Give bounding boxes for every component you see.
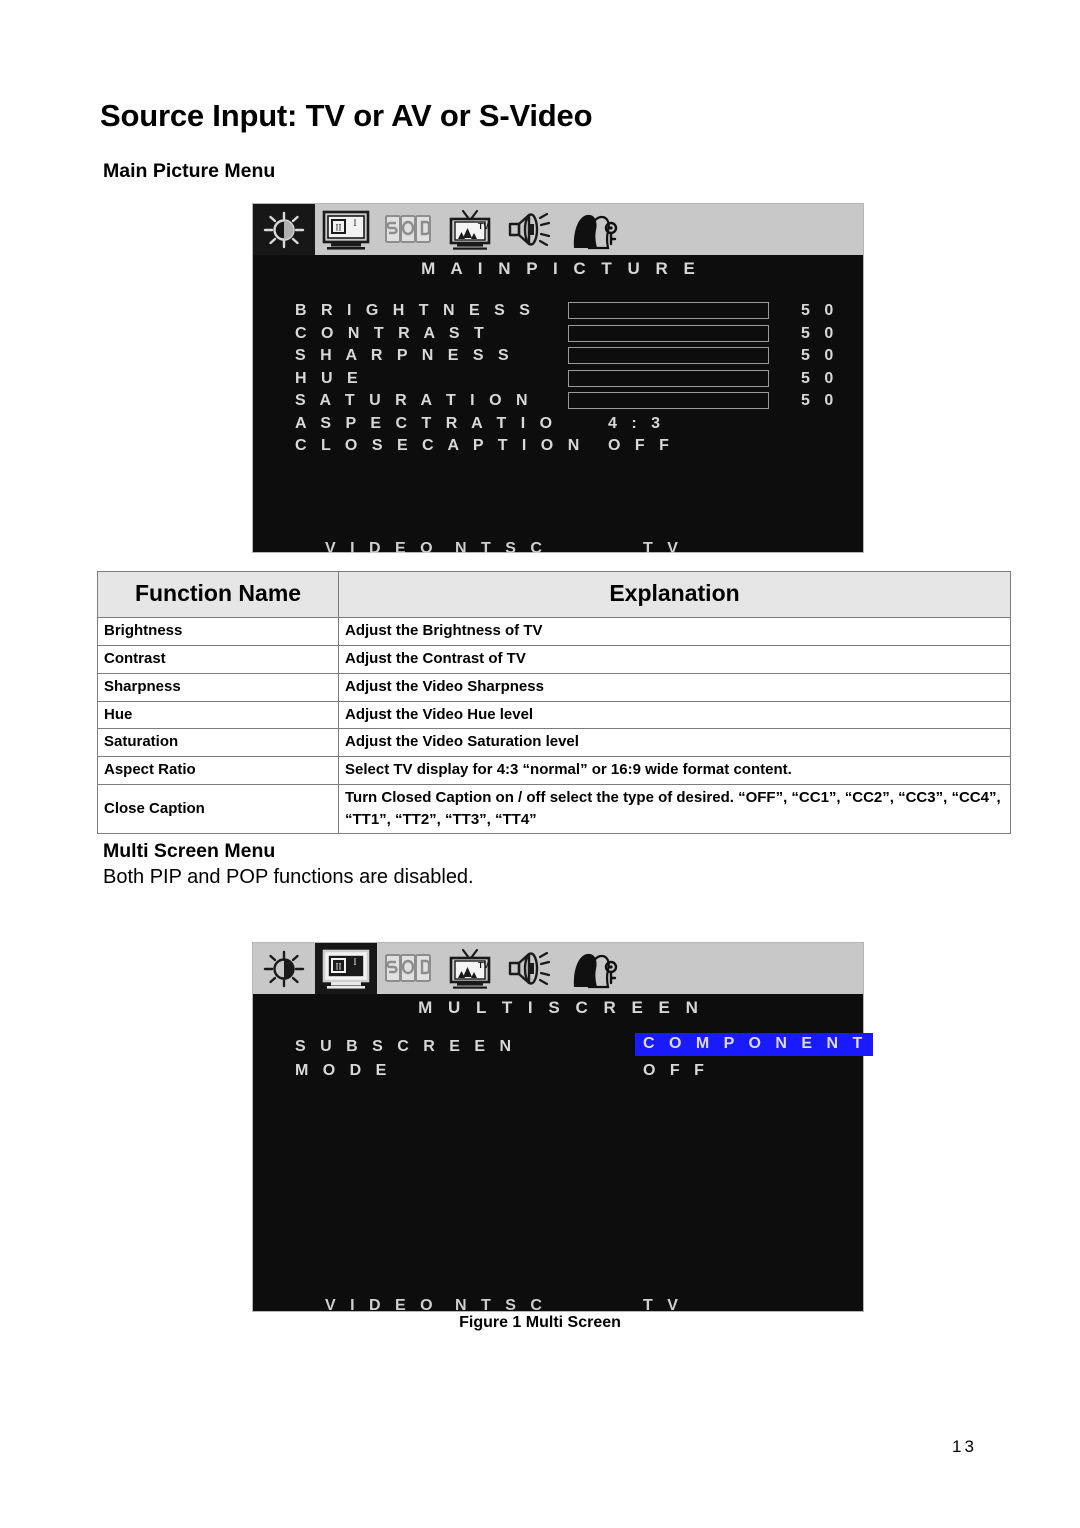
table-cell-function-name: Contrast [97,645,339,674]
page-title: Source Input: TV or AV or S-Video [100,98,593,133]
table-header-row: Function Name Explanation [97,570,1011,619]
table-row: Sharpness Adjust the Video Sharpness [97,672,1011,702]
function-profile-icon[interactable] [563,204,625,255]
osd-icon-bar: II I TV [253,204,863,255]
osd-value-saturation: 5 0 [801,392,839,410]
table-cell-explanation: Adjust the Video Hue level [338,700,1011,730]
picture-monitor-icon[interactable]: II I [315,204,377,255]
osd-value-contrast: 5 0 [801,324,839,342]
speaker-audio-icon[interactable] [501,943,563,994]
osd-label-mode: M O D E [295,1062,392,1079]
osd-row-mode[interactable]: M O D E O F F [253,1059,863,1083]
table-row: Hue Adjust the Video Hue level [97,700,1011,730]
brightness-icon[interactable] [253,204,315,255]
osd-row-contrast[interactable]: C O N T R A S T 5 0 [253,323,863,346]
osd-slider-saturation[interactable] [568,392,769,409]
table-row: Aspect Ratio Select TV display for 4:3 “… [97,756,1011,785]
osd-label-brightness: B R I G H T N E S S [295,302,535,320]
osd-value-mode: O F F [643,1062,709,1079]
osd-row-aspect-ratio[interactable]: A S P E C T R A T I O 4 : 3 [253,413,863,436]
table-cell-explanation: Adjust the Video Sharpness [338,672,1011,702]
osd-icon[interactable] [377,943,439,994]
osd-title-multi-screen: M U L T I S C R E E N [418,998,704,1017]
multi-screen-note: Both PIP and POP functions are disabled. [103,866,474,888]
osd-slider-sharpness[interactable] [568,347,769,364]
osd-status-input: T V [643,1297,683,1314]
osd-slider-contrast[interactable] [568,324,769,342]
section-heading-main-picture: Main Picture Menu [103,160,276,182]
table-header-explanation: Explanation [338,570,1011,619]
svg-text:TV: TV [478,221,489,231]
svg-text:II: II [336,961,342,971]
osd-row-sharpness[interactable]: S H A R P N E S S 5 0 [253,345,863,368]
osd-icon[interactable] [377,204,439,255]
table-cell-explanation: Adjust the Contrast of TV [338,645,1011,674]
osd-label-sub-screen: S U B S C R E E N [295,1038,517,1055]
osd-row-saturation[interactable]: S A T U R A T I O N 5 0 [253,390,863,413]
osd-multi-rows: S U B S C R E E N C O M P O N E N T M O … [253,1033,874,1083]
table-row: Saturation Adjust the Video Saturation l… [97,728,1011,758]
osd-label-contrast: C O N T R A S T [295,324,489,342]
table-cell-explanation: Adjust the Brightness of TV [338,617,1011,647]
osd-main-rows: B R I G H T N E S S 5 0 C O N T R A S T … [253,300,863,458]
picture-monitor-icon[interactable]: II I [315,943,377,994]
osd-value-close-caption: O F F [608,437,674,455]
table-cell-function-name: Saturation [97,728,339,758]
osd-slider-brightness[interactable] [568,302,769,319]
osd-label-sharpness: S H A R P N E S S [295,347,514,365]
osd-row-brightness[interactable]: B R I G H T N E S S 5 0 [253,300,863,323]
table-cell-explanation: Turn Closed Caption on / off select the … [338,783,1011,835]
osd-icon-bar: II I TV [253,943,863,994]
figure-caption: Figure 1 Multi Screen [459,1314,621,1331]
osd-row-hue[interactable]: H U E 5 0 [253,368,863,391]
osd-status-system: N T S C [455,1297,547,1314]
table-row: Brightness Adjust the Brightness of TV [97,617,1011,647]
osd-row-sub-screen[interactable]: S U B S C R E E N C O M P O N E N T [253,1033,874,1059]
osd-value-brightness: 5 0 [801,302,839,320]
osd-multi-screen-screenshot: II I TV M U L T I S C R E E N S U B S C … [252,942,874,1314]
table-cell-function-name: Sharpness [97,672,339,702]
osd-value-sub-screen-highlighted[interactable]: C O M P O N E N T [635,1033,874,1056]
osd-label-aspect-ratio: A S P E C T R A T I O [295,414,558,432]
osd-status-source: V I D E O [325,540,438,557]
table-cell-explanation: Adjust the Video Saturation level [338,728,1011,758]
document-page: Source Input: TV or AV or S-Video Main P… [0,0,1080,1528]
osd-main-picture-screenshot: II I TV M A I N P I C T U R E B R I G H … [252,203,864,557]
svg-text:II: II [336,222,342,232]
section-heading-multi-screen: Multi Screen Menu [103,840,276,862]
brightness-icon[interactable] [253,943,315,994]
function-profile-icon[interactable] [563,943,625,994]
osd-value-hue: 5 0 [801,369,839,387]
osd-label-hue: H U E [295,369,363,387]
svg-text:TV: TV [478,960,489,970]
osd-label-saturation: S A T U R A T I O N [295,392,533,410]
table-cell-function-name: Brightness [97,617,339,647]
svg-text:I: I [354,957,357,967]
osd-title-main-picture: M A I N P I C T U R E [421,259,701,278]
osd-value-aspect-ratio: 4 : 3 [608,414,666,432]
osd-status-input: T V [643,540,683,557]
table-row: Contrast Adjust the Contrast of TV [97,645,1011,674]
osd-label-close-caption: C L O S E C A P T I O N [295,437,585,455]
speaker-audio-icon[interactable] [501,204,563,255]
svg-text:I: I [354,218,357,228]
osd-status-system: N T S C [455,540,547,557]
table-cell-explanation: Select TV display for 4:3 “normal” or 16… [338,756,1011,785]
table-row: Close Caption Turn Closed Caption on / o… [97,783,1011,835]
tv-setup-icon[interactable]: TV [439,204,501,255]
table-cell-function-name: Hue [97,700,339,730]
osd-row-close-caption[interactable]: C L O S E C A P T I O N O F F [253,435,863,458]
osd-value-sharpness: 5 0 [801,347,839,365]
table-header-function-name: Function Name [97,570,339,619]
osd-status-source: V I D E O [325,1297,438,1314]
page-number: 13 [952,1437,977,1456]
tv-setup-icon[interactable]: TV [439,943,501,994]
function-explanation-table: Function Name Explanation Brightness Adj… [97,570,1011,835]
osd-slider-hue[interactable] [568,369,769,387]
table-cell-function-name: Close Caption [97,783,339,835]
table-cell-function-name: Aspect Ratio [97,756,339,785]
